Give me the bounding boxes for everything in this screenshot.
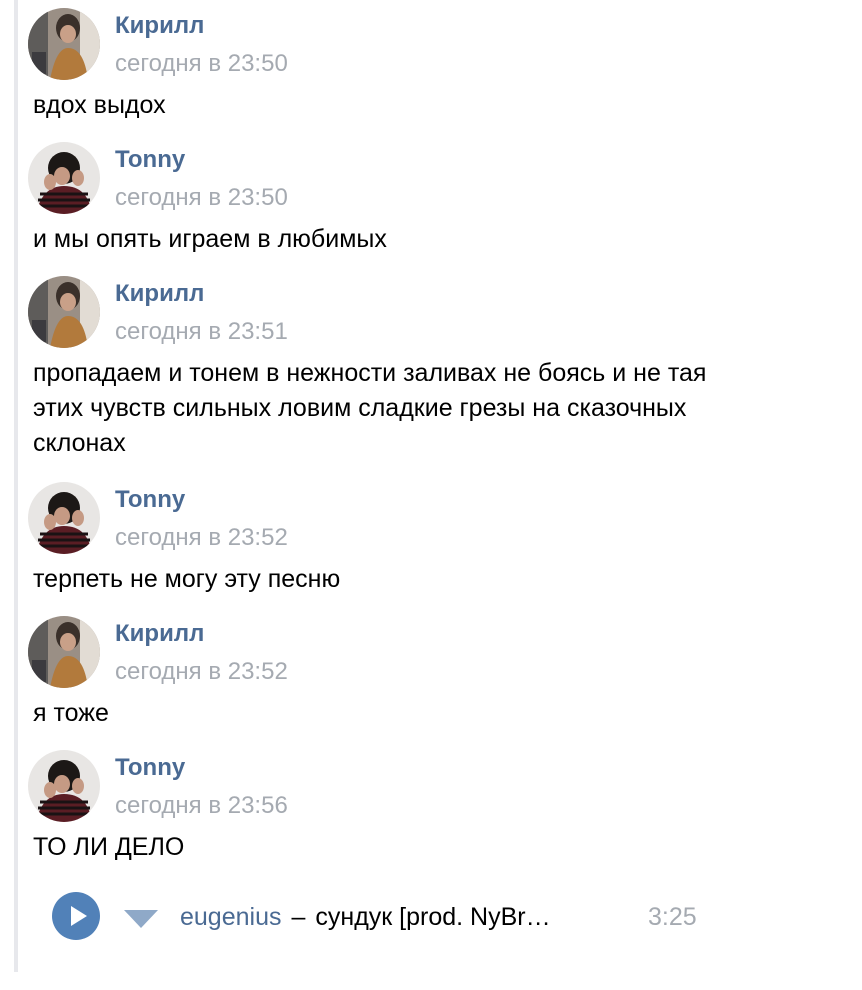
avatar[interactable]	[28, 8, 100, 80]
message-line: этих чувств сильных ловим сладкие грезы …	[33, 394, 687, 422]
author-name[interactable]: Кирилл	[115, 278, 204, 310]
chevron-down-icon	[124, 910, 158, 928]
avatar[interactable]	[28, 276, 100, 348]
message-line: и мы опять играем в любимых	[33, 225, 387, 253]
message-line: пропадаем и тонем в нежности заливах не …	[33, 359, 707, 387]
author-name[interactable]: Tonny	[115, 144, 185, 176]
author-name[interactable]: Tonny	[115, 484, 185, 516]
message-text: и мы опять играем в любимых	[33, 222, 793, 257]
message-time[interactable]: сегодня в 23:50	[115, 48, 288, 80]
message-time[interactable]: сегодня в 23:50	[115, 182, 288, 214]
avatar[interactable]	[28, 750, 100, 822]
audio-artist[interactable]: eugenius	[180, 903, 281, 931]
message-text: пропадаем и тонем в нежности заливах не …	[33, 356, 793, 461]
audio-attachment: eugenius – сундук [prod. NyBr… 3:25	[0, 888, 862, 948]
audio-title[interactable]: сундук [prod. NyBr…	[315, 903, 550, 931]
author-name[interactable]: Кирилл	[115, 618, 204, 650]
avatar[interactable]	[28, 616, 100, 688]
author-name[interactable]: Кирилл	[115, 10, 204, 42]
message-time[interactable]: сегодня в 23:52	[115, 522, 288, 554]
avatar[interactable]	[28, 142, 100, 214]
message-line: склонах	[33, 429, 126, 457]
message-text: терпеть не могу эту песню	[33, 562, 793, 597]
play-icon	[71, 906, 87, 926]
audio-track: eugenius – сундук [prod. NyBr…	[180, 900, 551, 934]
audio-duration[interactable]: 3:25	[648, 900, 697, 934]
message-time[interactable]: сегодня в 23:56	[115, 790, 288, 822]
message-text: я тоже	[33, 696, 793, 731]
message-text: ТО ЛИ ДЕЛО	[33, 830, 793, 865]
message-time[interactable]: сегодня в 23:51	[115, 316, 288, 348]
play-button[interactable]	[52, 892, 100, 940]
message-text: вдох выдох	[33, 88, 793, 123]
audio-separator: –	[291, 903, 306, 931]
message-line: ТО ЛИ ДЕЛО	[33, 833, 185, 861]
thread-bar	[14, 0, 18, 972]
audio-more-button[interactable]	[122, 908, 160, 932]
author-name[interactable]: Tonny	[115, 752, 185, 784]
message-line: терпеть не могу эту песню	[33, 565, 341, 593]
message-time[interactable]: сегодня в 23:52	[115, 656, 288, 688]
message-line: вдох выдох	[33, 91, 166, 119]
avatar[interactable]	[28, 482, 100, 554]
message-line: я тоже	[33, 699, 109, 727]
